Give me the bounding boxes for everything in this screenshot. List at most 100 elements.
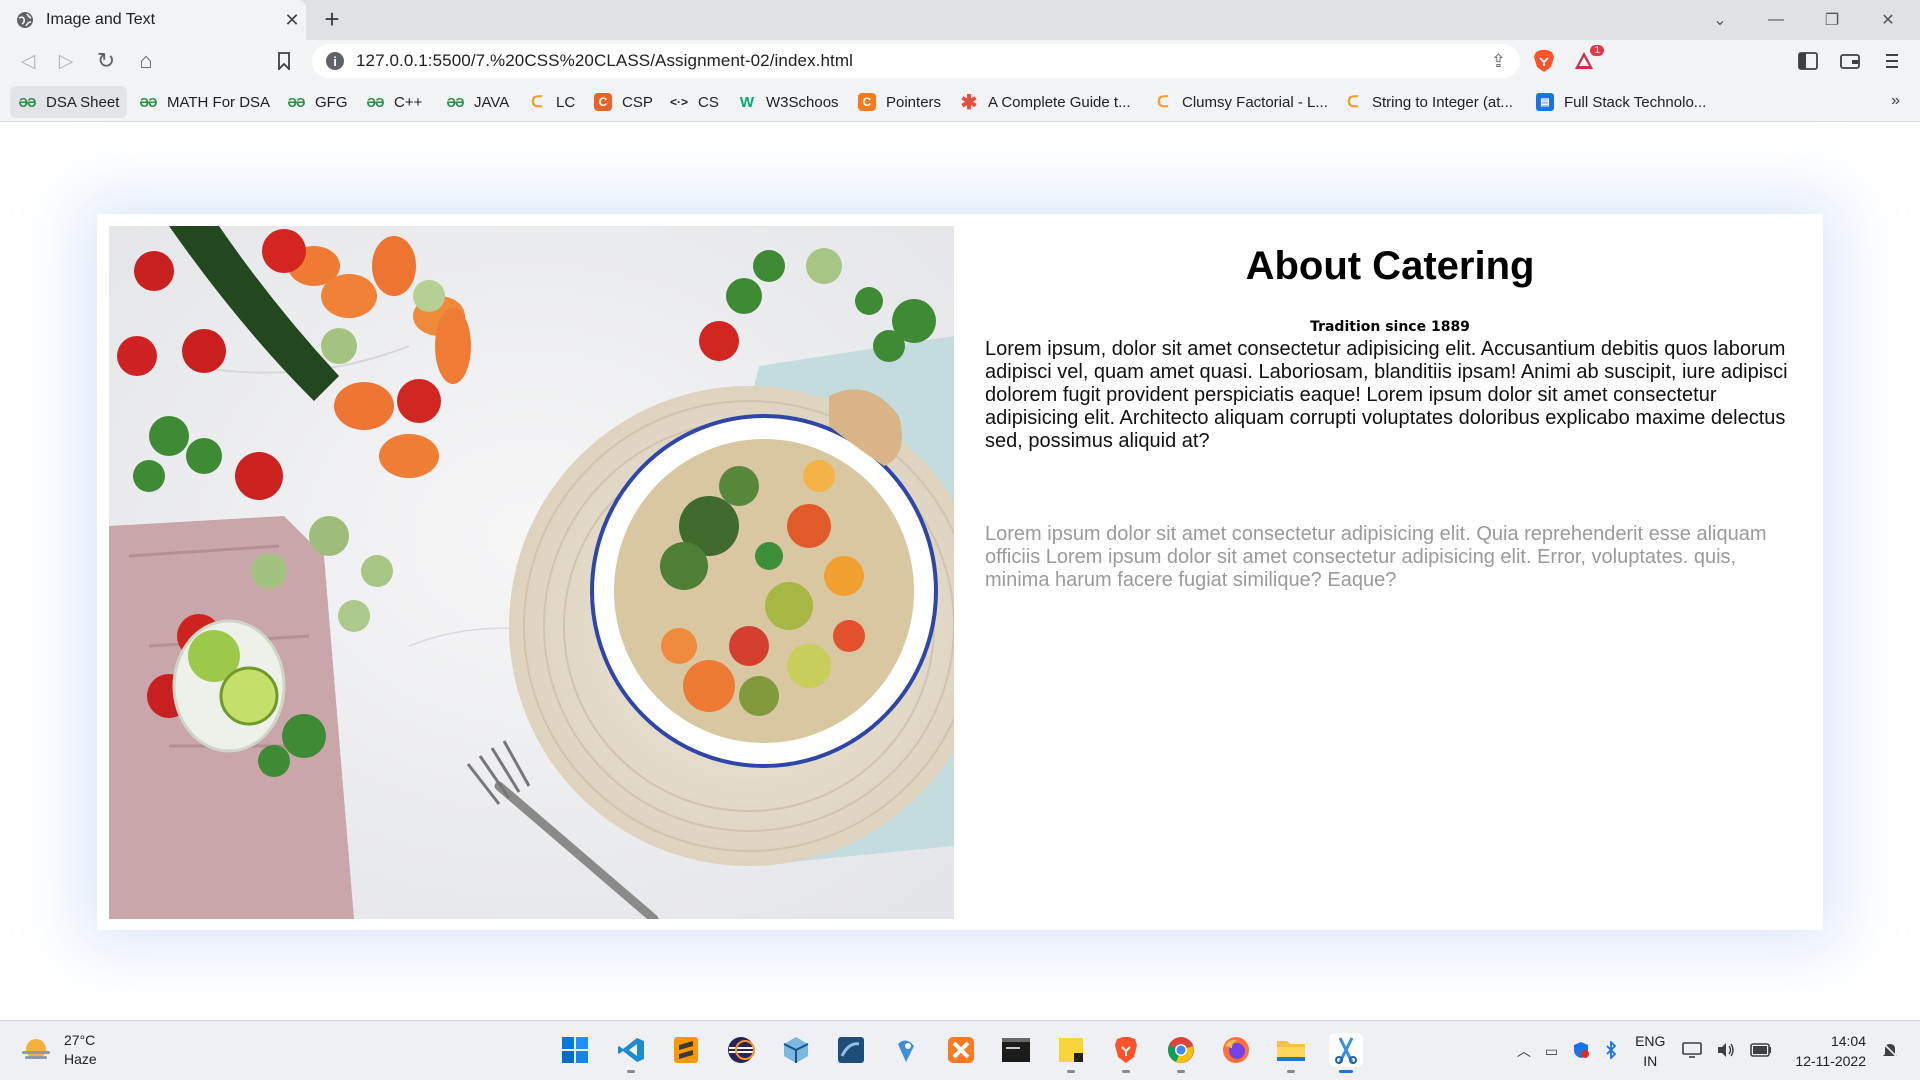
gfg-icon: ƏƏ [287,94,306,110]
close-window-button[interactable]: ✕ [1860,0,1916,40]
taskbar-sublime[interactable] [669,1033,703,1067]
document-icon: ▤ [1536,93,1554,111]
forward-button[interactable]: ▷ [54,49,78,73]
page-subtitle: Tradition since 1889 [1310,319,1470,335]
tab-search-chevron-icon[interactable]: ⌄ [1692,0,1748,40]
tab-title: Image and Text [46,11,156,28]
bookmark-lc[interactable]: ᑕ LC [520,86,583,118]
taskbar-sticky-notes[interactable] [1054,1033,1088,1073]
sidebar-toggle-button[interactable] [1796,49,1820,73]
system-tray: ︿ ▭ ENG IN 14:04 12-11-2022 [1510,1021,1906,1080]
taskbar-snipping-tool[interactable] [1329,1033,1363,1073]
show-hidden-icons-chevron-icon[interactable]: ︿ [1517,1041,1531,1061]
bookmark-string-to-integer[interactable]: ᑕ String to Integer (at... [1336,86,1521,118]
restore-button[interactable]: ❐ [1804,0,1860,40]
bookmark-cs[interactable]: <·> CS [662,86,727,118]
chrome-icon [1168,1037,1194,1063]
back-button[interactable]: ◁ [16,49,40,73]
bluetooth-icon[interactable] [1604,1039,1618,1062]
bookmark-gfg[interactable]: ƏƏ GFG [279,86,356,118]
mysql-workbench-icon [838,1037,864,1063]
folder-icon [1277,1041,1305,1061]
taskbar-chrome[interactable] [1164,1033,1198,1073]
taskbar-virtualbox[interactable] [779,1033,813,1067]
food-illustration [109,226,954,919]
input-language[interactable]: ENG IN [1635,1031,1665,1071]
xampp-icon [948,1037,974,1063]
weather-temp: 27°C [64,1032,96,1048]
taskbar-android-studio[interactable] [889,1033,923,1067]
defender-security-icon[interactable] [1572,1041,1590,1062]
home-button[interactable]: ⌂ [134,48,158,73]
weather-widget[interactable]: 27°C Haze [20,1031,97,1069]
android-studio-icon [898,1040,914,1062]
taskbar-brave[interactable] [1109,1033,1143,1073]
minimize-button[interactable]: — [1748,0,1804,40]
volume-icon[interactable] [1716,1041,1736,1062]
bookmark-cpp[interactable]: ƏƏ C++ [358,86,430,118]
vscode-icon [618,1038,644,1062]
bookmark-label: CSP [622,93,653,111]
bookmark-page-button[interactable] [272,49,296,73]
menu-button[interactable] [1880,49,1904,73]
bookmark-clumsy-factorial[interactable]: ᑕ Clumsy Factorial - L... [1146,86,1336,118]
windows-start-icon [562,1037,588,1063]
brave-rewards-button[interactable]: 1 [1572,45,1604,73]
bookmark-label: MATH For DSA [167,93,271,111]
sublime-text-icon [674,1037,698,1063]
taskbar-firefox[interactable] [1219,1033,1253,1067]
bookmark-w3schoos[interactable]: W W3Schoos [730,86,847,118]
bookmark-label: CS [698,93,719,111]
haze-weather-icon [20,1037,52,1063]
taskbar-xampp[interactable] [944,1033,978,1067]
input-language-region: IN [1643,1053,1658,1069]
weather-condition: Haze [64,1051,97,1067]
taskbar-mysql-terminal[interactable] [999,1033,1033,1067]
taskbar-file-explorer[interactable] [1274,1033,1308,1073]
food-image [109,226,954,919]
text-content: About Catering Tradition since 1889 Lore… [985,234,1795,592]
language-bar-icon[interactable]: ▭ [1545,1043,1558,1060]
new-tab-button[interactable]: + [318,6,346,34]
taskbar-eclipse[interactable] [724,1033,758,1067]
bookmark-dsa-sheet[interactable]: ƏƏ DSA Sheet [10,86,128,118]
bookmark-java[interactable]: ƏƏ JAVA [438,86,517,118]
globe-icon [17,12,33,28]
bookmark-label: Clumsy Factorial - L... [1182,93,1328,111]
tab-close-icon[interactable]: ✕ [278,10,306,31]
virtualbox-icon [783,1037,809,1063]
site-info-icon[interactable]: i [326,52,344,70]
snipping-tool-icon [1335,1037,1357,1064]
share-icon[interactable]: ⇪ [1491,51,1506,72]
network-icon[interactable] [1682,1041,1703,1062]
taskbar-vscode[interactable] [614,1033,648,1073]
about-card: About Catering Tradition since 1889 Lore… [97,214,1823,930]
bookmark-label: String to Integer (at... [1372,93,1513,111]
reload-button[interactable]: ↻ [94,48,118,73]
sticky-notes-icon [1059,1038,1083,1062]
wallet-icon [1840,54,1860,69]
brave-shields-button[interactable] [1532,49,1556,73]
brave-lion-icon [1534,50,1554,72]
w3schools-icon: W [739,93,755,111]
bookmark-complete-guide[interactable]: ✱ A Complete Guide t... [952,86,1139,118]
gfg-icon: ƏƏ [139,94,158,110]
battery-icon[interactable] [1750,1042,1772,1060]
notification-bell-icon[interactable] [1881,1041,1899,1062]
start-button[interactable] [558,1033,592,1067]
page-viewport: About Catering Tradition since 1889 Lore… [0,122,1920,1020]
bookmark-csp[interactable]: C CSP [586,86,661,118]
bookmark-full-stack[interactable]: ▤ Full Stack Technolo... [1528,86,1714,118]
system-clock[interactable]: 14:04 12-11-2022 [1795,1031,1866,1071]
url-text[interactable]: 127.0.0.1:5500/7.%20CSS%20CLASS/Assignme… [356,51,1491,71]
input-language-code: ENG [1635,1033,1666,1049]
bookmark-label: C++ [394,93,423,111]
address-bar[interactable]: i 127.0.0.1:5500/7.%20CSS%20CLASS/Assign… [312,44,1520,78]
bookmark-math-for-dsa[interactable]: ƏƏ MATH For DSA [131,86,278,118]
bookmarks-overflow-button[interactable]: » [1891,92,1900,110]
taskbar-mysql-workbench[interactable] [834,1033,868,1067]
wallet-button[interactable] [1838,49,1862,73]
paragraph-primary: Lorem ipsum, dolor sit amet consectetur … [985,338,1788,452]
bookmark-pointers[interactable]: C Pointers [850,86,949,118]
browser-tab[interactable]: Image and Text ✕ [0,0,306,40]
